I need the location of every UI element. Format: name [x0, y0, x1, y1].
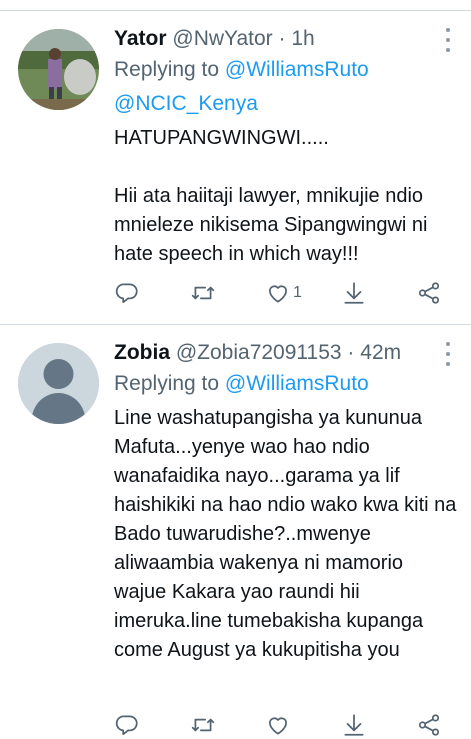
replying-to-label: Replying to [114, 372, 220, 395]
download-icon [343, 282, 364, 304]
like-icon [269, 285, 287, 303]
timestamp[interactable]: 1h [291, 27, 314, 50]
retweet-button[interactable] [190, 280, 218, 306]
display-name[interactable]: Zobia [114, 341, 170, 364]
tweet-zobia[interactable]: Zobia @Zobia72091153 · 42m Replying to @… [0, 325, 471, 736]
avatar-yator[interactable] [18, 29, 99, 110]
user-handle[interactable]: @NwYator [172, 27, 272, 50]
like-button[interactable]: 1 [265, 280, 302, 306]
tweet-actions: 1 [114, 279, 444, 307]
mention-link[interactable]: @WilliamsRuto [225, 372, 369, 395]
reply-button[interactable] [114, 280, 142, 306]
reply-button[interactable] [114, 712, 142, 738]
replying-to: Replying to @WilliamsRuto [114, 367, 457, 401]
retweet-icon [191, 718, 214, 732]
download-icon [343, 714, 364, 736]
reply-icon [115, 715, 138, 736]
more-icon[interactable] [443, 342, 453, 366]
download-button[interactable] [341, 280, 369, 306]
like-button[interactable] [265, 712, 293, 738]
replying-to: Replying to @WilliamsRuto @NCIC_Kenya [114, 53, 457, 121]
like-icon [269, 717, 287, 735]
tweet-header: Zobia @Zobia72091153 · 42m [114, 339, 457, 367]
tweet-header: Yator @NwYator · 1h [114, 25, 457, 53]
avatar-zobia[interactable] [18, 343, 99, 424]
separator-dot: · [347, 341, 355, 364]
replying-to-label: Replying to [114, 58, 220, 81]
tweet-text: Line washatupangisha ya kununua Mafuta..… [114, 407, 457, 661]
mention-link[interactable]: @WilliamsRuto [225, 58, 369, 81]
like-count: 1 [293, 284, 302, 301]
share-icon [418, 282, 440, 304]
download-button[interactable] [341, 712, 369, 738]
share-button[interactable] [416, 712, 444, 738]
tweet-actions [114, 711, 444, 739]
user-handle[interactable]: @Zobia72091153 [176, 341, 342, 364]
tweet-text: HATUPANGWINGWI..... Hii ata haiitaji law… [114, 127, 428, 265]
retweet-icon [191, 286, 214, 300]
reply-icon [115, 283, 138, 304]
mention-link[interactable]: @NCIC_Kenya [114, 92, 258, 115]
retweet-button[interactable] [190, 712, 218, 738]
timestamp[interactable]: 42m [360, 341, 401, 364]
share-icon [418, 714, 440, 736]
tweet-yator[interactable]: Yator @NwYator · 1h Replying to @William… [0, 11, 471, 323]
share-button[interactable] [416, 280, 444, 306]
more-icon[interactable] [443, 28, 453, 52]
separator-dot: · [278, 27, 286, 50]
display-name[interactable]: Yator [114, 27, 167, 50]
